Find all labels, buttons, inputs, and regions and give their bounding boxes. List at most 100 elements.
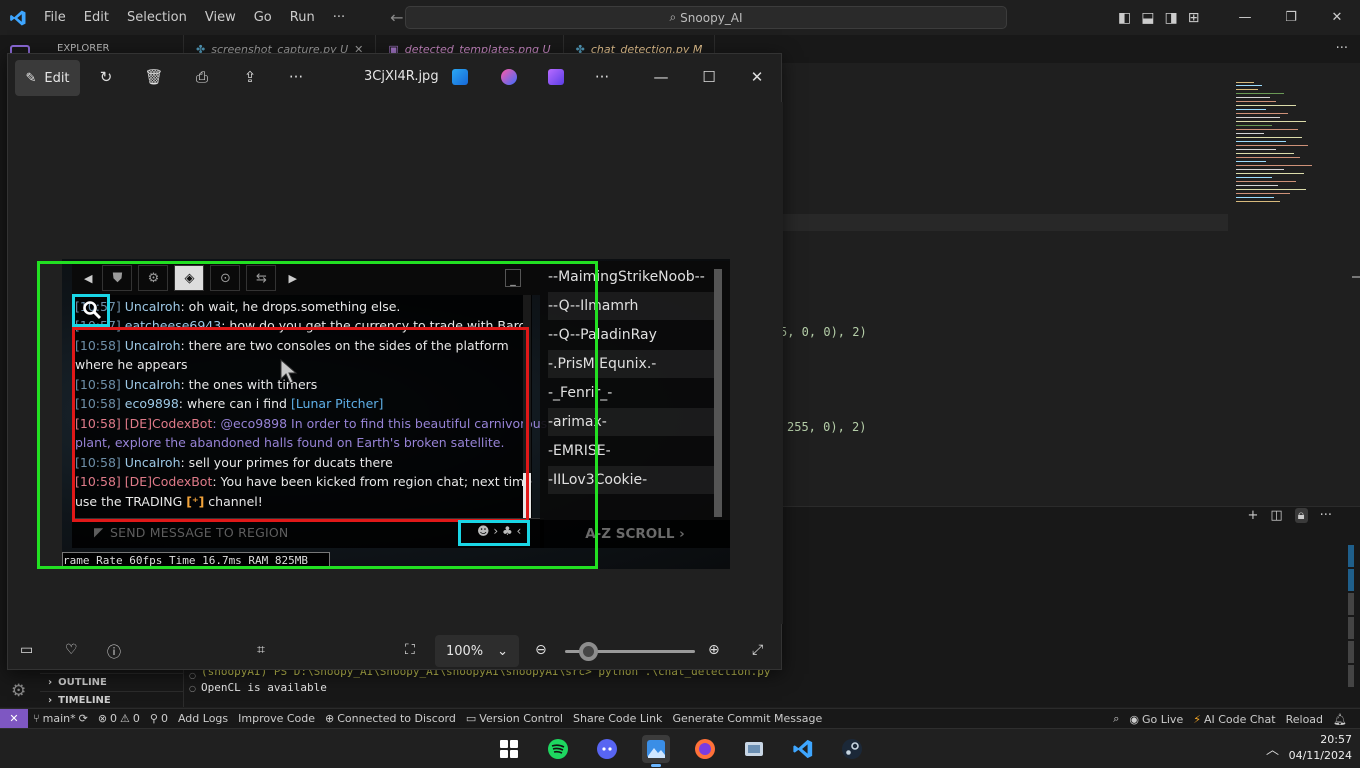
close-icon[interactable]: ✕ [1314,0,1360,35]
menu-run[interactable]: Run [281,0,324,35]
timeline-section[interactable]: › TIMELINE [40,691,184,709]
scrollbar-marker [1352,276,1360,278]
player-list-item: --Q--PaladinRay [548,327,657,343]
minimap[interactable] [1232,80,1322,210]
window-minimize-icon[interactable]: — [650,66,672,88]
menu-more[interactable]: ··· [324,0,354,35]
designer-app-icon[interactable] [452,69,468,85]
zoom-slider-thumb[interactable] [579,642,598,661]
branch-status[interactable]: ⑂ main* ⟳ [28,712,93,725]
clock[interactable]: 20:57 04/11/2024 [1286,732,1352,764]
discord-icon[interactable] [593,735,621,763]
firefox-icon[interactable] [691,735,719,763]
lock-icon[interactable]: 🔒︎ [1294,508,1308,523]
ports-status[interactable]: ⚲ 0 [145,712,173,725]
photos-toolbar: ✎ Edit ↻ 🗑︎ ⎙ ⇪ ··· 3CjXl4R.jpg ··· — ☐ … [8,54,783,102]
filmstrip-icon[interactable]: ▭ [20,642,33,658]
menu-file[interactable]: File [35,0,75,35]
more-actions-icon[interactable]: ··· [1320,508,1332,523]
split-terminal-icon[interactable]: ◫ [1270,508,1282,523]
info-icon[interactable]: ⓘ [107,642,121,662]
clipchamp-icon[interactable] [548,69,564,85]
menu-selection[interactable]: Selection [118,0,196,35]
menu-go[interactable]: Go [245,0,281,35]
chat-tabs-right-arrow-icon: ▶ [288,271,297,285]
recruiting-chat-icon: ⊙ [210,265,241,291]
fit-to-window-icon[interactable]: ⛶ [405,642,415,658]
chat-line: where he appears [75,357,188,372]
spotify-icon[interactable] [544,735,572,763]
go-live-item[interactable]: ◉ Go Live [1124,713,1188,726]
copilot-icon[interactable] [501,69,517,85]
rotate-icon[interactable]: ↻ [95,66,117,88]
gear-icon[interactable]: ⚙ [11,681,26,701]
ai-chat-item[interactable]: ⚡ AI Code Chat [1188,713,1280,726]
problems-status[interactable]: ⊗ 0 ⚠ 0 [93,712,145,725]
menu-edit[interactable]: Edit [75,0,118,35]
player-list-item: -.PrisM.Equnix.- [548,350,718,378]
edit-button[interactable]: ✎ Edit [15,60,80,96]
back-arrow-icon[interactable]: ← [390,8,403,27]
editor-scrollbar[interactable] [1352,63,1360,503]
chevron-right-icon: › [48,695,53,706]
photos-app-icon[interactable] [642,735,670,767]
more-apps-icon[interactable]: ··· [591,66,613,88]
ai-chat-label: AI Code Chat [1203,712,1276,726]
code-fragment: 5, 0, 0), 2) [780,325,867,339]
restore-icon[interactable]: ❐ [1268,0,1314,35]
image-canvas[interactable]: ◀ ⛊ ⚙ ◈ ⊙ ⇆ ▶ _ [10:57] UncaIroh: oh wai… [8,102,783,624]
player-list-item: --MaimingStrikeNoob-- [548,269,705,285]
fullscreen-icon[interactable]: ⤢ [752,642,763,658]
toggle-secondary-sidebar-icon[interactable]: ◨ [1164,10,1177,26]
more-actions-icon[interactable]: ··· [1336,35,1348,63]
chat-line: use the TRADING [⁺] channel! [75,494,263,509]
share-icon[interactable]: ⇪ [239,66,261,88]
terminal-dot-icon: ○ [189,671,196,680]
zoom-level-dropdown[interactable]: 100% ⌄ [435,635,519,667]
vscode-taskbar-icon[interactable] [789,735,817,763]
remote-icon[interactable]: ✕ [0,708,28,729]
windows-taskbar: ︿ 20:57 04/11/2024 [0,728,1360,768]
improve-code-item[interactable]: Improve Code [233,712,320,725]
chat-minimize-icon: _ [505,269,521,287]
chat-line: plant, explore the abandoned halls found… [75,435,505,450]
customize-layout-icon[interactable]: ⊞ [1188,10,1200,26]
chat-input-arrow-icon: ◤ [94,525,104,539]
chat-line: [10:57] UncaIroh: oh wait, he drops.some… [75,299,401,314]
zoom-in-icon[interactable]: ⊕ [708,642,720,658]
player-list-scrollbar [714,269,722,517]
version-control-item[interactable]: ▭ Version Control [461,712,568,725]
command-center-search[interactable]: ⌕ Snoopy_AI [405,6,1007,29]
visual-search-icon[interactable]: ⌗ [257,642,265,658]
minimize-icon[interactable]: — [1222,0,1268,35]
zoom-icon[interactable]: ⌕ [1108,712,1124,726]
window-maximize-icon[interactable]: ☐ [698,66,720,88]
snipping-tool-icon[interactable] [740,735,768,763]
outline-section[interactable]: › OUTLINE [40,673,184,691]
chat-line: [10:58] [DE]CodexBot: @eco9898 In order … [75,416,548,431]
generate-commit-item[interactable]: Generate Commit Message [667,712,827,725]
status-bar: ✕ ⑂ main* ⟳ ⊗ 0 ⚠ 0 ⚲ 0 Add Logs Improve… [0,708,1360,729]
more-options-icon[interactable]: ··· [285,66,307,88]
chat-scrollbar-thumb [523,473,531,518]
new-terminal-icon[interactable]: + [1247,508,1258,523]
favorite-heart-icon[interactable]: ♡ [65,642,78,658]
notifications-bell-icon[interactable]: 🔔︎ [1328,713,1352,726]
window-close-icon[interactable]: ✕ [746,66,768,88]
add-logs-item[interactable]: Add Logs [173,712,233,725]
zoom-out-icon[interactable]: ⊖ [535,642,547,658]
steam-icon[interactable] [838,735,866,763]
status-bar-right: ⌕ ◉ Go Live ⚡ AI Code Chat Reload 🔔︎ [1108,709,1352,729]
menu-view[interactable]: View [196,0,245,35]
print-icon[interactable]: ⎙ [191,66,213,88]
reload-item[interactable]: Reload [1281,713,1328,726]
toggle-sidebar-icon[interactable]: ◧ [1118,10,1131,26]
share-code-link-item[interactable]: Share Code Link [568,712,667,725]
discord-status[interactable]: ⊕ Connected to Discord [320,712,461,725]
start-menu-icon[interactable] [495,735,523,763]
tray-chevron-up-icon[interactable]: ︿ [1266,739,1279,758]
toggle-panel-icon[interactable]: ⬓ [1141,10,1154,26]
delete-icon[interactable]: 🗑︎ [143,66,165,88]
clan-chat-shield-icon: ⛊ [102,265,133,291]
outline-label: OUTLINE [58,677,107,688]
